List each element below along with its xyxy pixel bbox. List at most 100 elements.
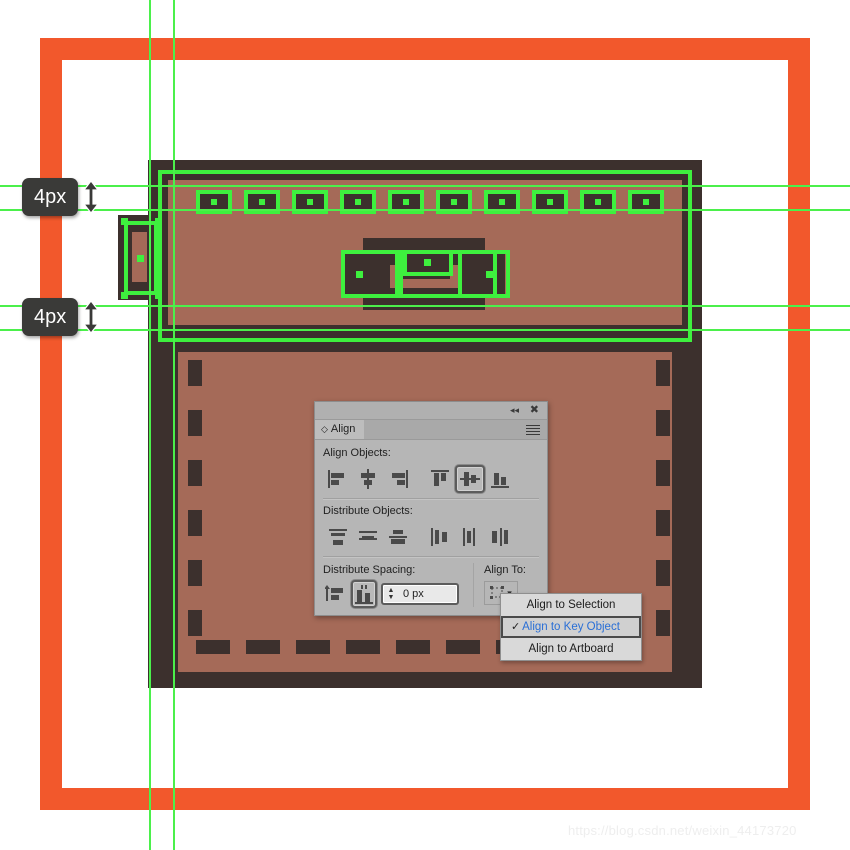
illustrator-canvas: 4px 4px ◂◂ ✖ ◇ Align Align Objects: Dist… bbox=[0, 0, 850, 850]
selected-window[interactable] bbox=[244, 190, 280, 214]
horizontal-guide bbox=[0, 185, 850, 187]
vertical-distribute-center-button[interactable] bbox=[353, 523, 383, 551]
menu-item-label: Align to Artboard bbox=[528, 643, 614, 655]
anchor-point[interactable] bbox=[121, 218, 128, 225]
anchor-point[interactable] bbox=[155, 218, 162, 225]
side-window bbox=[188, 560, 202, 586]
vertical-double-arrow-icon bbox=[82, 180, 100, 214]
menu-item-align-to-artboard[interactable]: Align to Artboard bbox=[501, 638, 641, 660]
tab-align[interactable]: ◇ Align bbox=[315, 420, 365, 439]
side-window bbox=[188, 410, 202, 436]
bottom-window bbox=[446, 640, 480, 654]
anchor-point-center[interactable] bbox=[356, 271, 363, 278]
horizontal-guide bbox=[0, 209, 850, 211]
selected-window[interactable] bbox=[340, 190, 376, 214]
side-window bbox=[188, 460, 202, 486]
section-divider bbox=[323, 498, 539, 500]
anchor-point-center[interactable] bbox=[595, 199, 601, 205]
selected-window[interactable] bbox=[628, 190, 664, 214]
close-icon[interactable]: ✖ bbox=[530, 403, 539, 417]
spacing-value-input[interactable]: ▲ ▼ 0 px bbox=[381, 583, 459, 605]
selected-window[interactable] bbox=[292, 190, 328, 214]
menu-item-align-to-selection[interactable]: Align to Selection bbox=[501, 594, 641, 616]
anchor-point-center[interactable] bbox=[307, 199, 313, 205]
menu-item-align-to-key-object[interactable]: ✓ Align to Key Object bbox=[501, 616, 641, 638]
collapse-double-chevron-icon[interactable]: ◂◂ bbox=[510, 405, 519, 415]
anchor-point-center[interactable] bbox=[211, 199, 217, 205]
anchor-point[interactable] bbox=[155, 292, 162, 299]
vertical-align-top-button[interactable] bbox=[425, 465, 455, 493]
vertical-double-arrow-icon bbox=[82, 300, 100, 334]
door-base bbox=[363, 296, 485, 310]
menu-item-label: Align to Selection bbox=[526, 599, 616, 611]
anchor-point-center[interactable] bbox=[424, 259, 431, 266]
panel-titlebar[interactable]: ◂◂ ✖ bbox=[315, 402, 547, 420]
bottom-window bbox=[296, 640, 330, 654]
horizontal-distribute-left-button[interactable] bbox=[425, 523, 455, 551]
horizontal-distribute-center-button[interactable] bbox=[455, 523, 485, 551]
side-window bbox=[656, 560, 670, 586]
vertical-align-center-button[interactable] bbox=[455, 465, 485, 493]
bottom-window bbox=[196, 640, 230, 654]
selected-window[interactable] bbox=[484, 190, 520, 214]
spacing-value: 0 px bbox=[403, 588, 424, 600]
selected-window[interactable] bbox=[436, 190, 472, 214]
tab-align-label: Align bbox=[330, 423, 356, 435]
anchor-point-center[interactable] bbox=[259, 199, 265, 205]
door-cap bbox=[363, 238, 485, 252]
side-window bbox=[656, 460, 670, 486]
horizontal-align-center-button[interactable] bbox=[353, 465, 383, 493]
distribute-objects-row bbox=[323, 522, 539, 552]
distribute-objects-label: Distribute Objects: bbox=[323, 505, 413, 517]
anchor-point[interactable] bbox=[121, 292, 128, 299]
anchor-point-center[interactable] bbox=[451, 199, 457, 205]
horizontal-distribute-right-button[interactable] bbox=[485, 523, 515, 551]
selected-window[interactable] bbox=[580, 190, 616, 214]
selected-window[interactable] bbox=[196, 190, 232, 214]
anchor-point-center[interactable] bbox=[547, 199, 553, 205]
selected-window[interactable] bbox=[388, 190, 424, 214]
side-window bbox=[656, 610, 670, 636]
vertical-guide bbox=[173, 0, 175, 850]
side-window bbox=[188, 510, 202, 536]
horizontal-align-left-button[interactable] bbox=[323, 465, 353, 493]
up-down-stepper-icon[interactable]: ▲ ▼ bbox=[383, 587, 399, 601]
anchor-point-center[interactable] bbox=[499, 199, 505, 205]
side-window bbox=[656, 360, 670, 386]
distribute-spacing-label: Distribute Spacing: bbox=[323, 564, 416, 576]
align-to-dropdown-menu[interactable]: Align to Selection ✓ Align to Key Object… bbox=[500, 593, 642, 661]
align-objects-label: Align Objects: bbox=[323, 447, 391, 459]
hamburger-menu-icon[interactable] bbox=[526, 425, 540, 435]
align-panel[interactable]: ◂◂ ✖ ◇ Align Align Objects: Distribute O… bbox=[314, 401, 548, 616]
vertical-guide bbox=[149, 0, 151, 850]
vertical-distribute-space-button[interactable] bbox=[323, 580, 349, 608]
anchor-point-center[interactable] bbox=[643, 199, 649, 205]
panel-tab-bar[interactable]: ◇ Align bbox=[315, 420, 547, 440]
anchor-point-center[interactable] bbox=[403, 199, 409, 205]
panel-body: Align Objects: Distribute Objects: Distr… bbox=[315, 440, 547, 615]
vertical-distribute-bottom-button[interactable] bbox=[383, 523, 413, 551]
anchor-point-center[interactable] bbox=[137, 255, 144, 262]
horizontal-align-right-button[interactable] bbox=[383, 465, 413, 493]
vertical-distribute-top-button[interactable] bbox=[323, 523, 353, 551]
side-window bbox=[188, 360, 202, 386]
section-divider bbox=[323, 556, 539, 558]
distribute-spacing-row: ▲ ▼ 0 px bbox=[323, 580, 473, 608]
vertical-align-bottom-button[interactable] bbox=[485, 465, 515, 493]
diamond-caret-icon: ◇ bbox=[321, 424, 328, 434]
check-icon: ✓ bbox=[511, 621, 521, 633]
align-objects-row bbox=[323, 464, 539, 494]
watermark: https://blog.csdn.net/weixin_44173720 bbox=[568, 823, 797, 838]
anchor-point-center[interactable] bbox=[355, 199, 361, 205]
bottom-window bbox=[246, 640, 280, 654]
side-window bbox=[188, 610, 202, 636]
selected-window[interactable] bbox=[532, 190, 568, 214]
horizontal-guide bbox=[0, 329, 850, 331]
horizontal-guide bbox=[0, 305, 850, 307]
measurement-label: 4px bbox=[22, 298, 79, 336]
anchor-point-center[interactable] bbox=[486, 271, 493, 278]
bottom-window bbox=[346, 640, 380, 654]
horizontal-distribute-space-button[interactable] bbox=[351, 580, 377, 608]
distribute-spacing-group: Distribute Spacing: ▲ ▼ 0 px bbox=[323, 563, 473, 608]
side-window bbox=[656, 510, 670, 536]
